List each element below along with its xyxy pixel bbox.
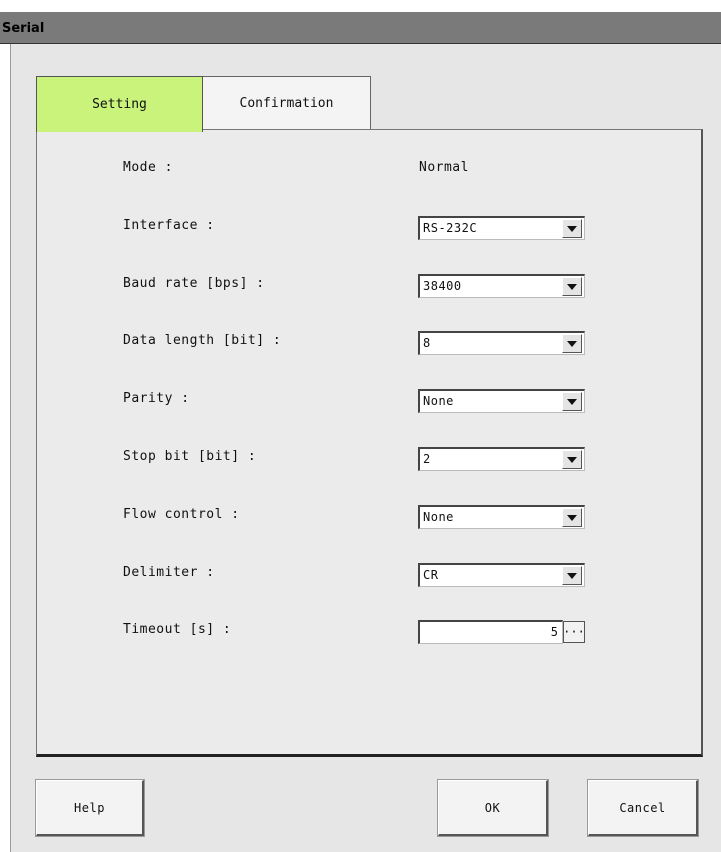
interface-label: Interface : bbox=[123, 218, 215, 233]
interface-select[interactable]: RS-232C bbox=[418, 216, 585, 240]
tab-confirmation-label: Confirmation bbox=[239, 95, 334, 111]
timeout-edit-button[interactable]: ··· bbox=[563, 621, 585, 643]
delimiter-select[interactable]: CR bbox=[418, 563, 585, 587]
mode-value: Normal bbox=[419, 160, 469, 175]
ok-button-label: OK bbox=[484, 800, 501, 815]
chevron-down-icon[interactable] bbox=[562, 508, 582, 527]
chevron-down-icon[interactable] bbox=[562, 334, 582, 353]
chevron-down-icon[interactable] bbox=[562, 450, 582, 469]
flow-control-select-value: None bbox=[423, 510, 454, 524]
baud-rate-label: Baud rate [bps] : bbox=[123, 276, 265, 291]
timeout-input-value: 5 bbox=[550, 625, 558, 639]
delimiter-label: Delimiter : bbox=[123, 565, 215, 580]
help-button-label: Help bbox=[74, 800, 105, 815]
chevron-down-icon[interactable] bbox=[562, 219, 582, 238]
tab-setting-label: Setting bbox=[92, 97, 147, 112]
parity-select[interactable]: None bbox=[418, 389, 585, 413]
chevron-down-icon[interactable] bbox=[562, 392, 582, 411]
data-length-label: Data length [bit] : bbox=[123, 333, 282, 348]
mode-label: Mode : bbox=[123, 160, 173, 175]
data-length-select-value: 8 bbox=[423, 336, 431, 350]
chevron-down-icon[interactable] bbox=[562, 277, 582, 296]
stop-bit-select[interactable]: 2 bbox=[418, 447, 585, 471]
data-length-select[interactable]: 8 bbox=[418, 331, 585, 355]
baud-rate-select-value: 38400 bbox=[423, 279, 462, 293]
chevron-down-icon[interactable] bbox=[562, 566, 582, 585]
tab-setting[interactable]: Setting bbox=[36, 76, 203, 132]
flow-control-select[interactable]: None bbox=[418, 505, 585, 529]
stop-bit-label: Stop bit [bit] : bbox=[123, 449, 257, 464]
baud-rate-select[interactable]: 38400 bbox=[418, 274, 585, 298]
ok-button[interactable]: OK bbox=[437, 779, 549, 837]
cancel-button-label: Cancel bbox=[619, 800, 666, 815]
window-title: Serial bbox=[2, 21, 45, 36]
cancel-button[interactable]: Cancel bbox=[587, 779, 699, 837]
title-bar: Serial bbox=[0, 12, 721, 44]
flow-control-label: Flow control : bbox=[123, 507, 240, 522]
ellipsis-icon: ··· bbox=[563, 625, 585, 639]
interface-select-value: RS-232C bbox=[423, 221, 478, 235]
delimiter-select-value: CR bbox=[423, 568, 439, 582]
timeout-input[interactable]: 5 bbox=[418, 620, 563, 644]
help-button[interactable]: Help bbox=[35, 779, 145, 837]
parity-select-value: None bbox=[423, 394, 454, 408]
tab-confirmation[interactable]: Confirmation bbox=[203, 76, 371, 130]
parity-label: Parity : bbox=[123, 391, 190, 406]
stop-bit-select-value: 2 bbox=[423, 452, 431, 466]
timeout-label: Timeout [s] : bbox=[123, 622, 232, 637]
